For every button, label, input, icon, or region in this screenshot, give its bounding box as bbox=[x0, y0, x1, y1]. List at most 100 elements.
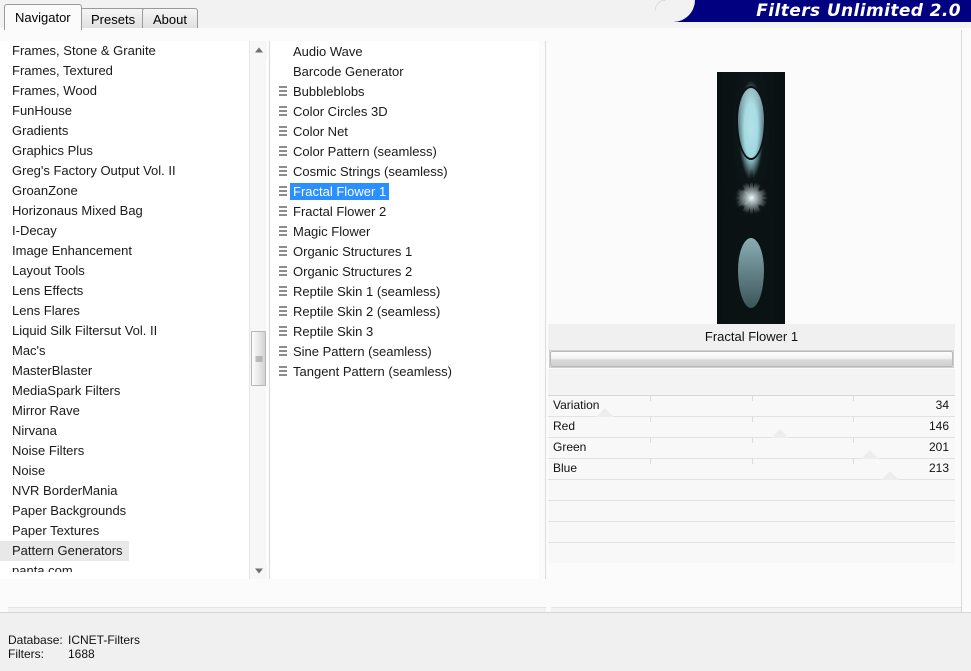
category-scroll-thumb[interactable] bbox=[251, 331, 266, 386]
bars-icon bbox=[279, 205, 287, 217]
category-list-item[interactable]: Horizonaus Mixed Bag bbox=[0, 201, 248, 221]
filter-list-item[interactable]: Color Net bbox=[271, 121, 539, 141]
category-list-item[interactable]: Mac's bbox=[0, 341, 248, 361]
parameter-spacer bbox=[548, 369, 955, 395]
filter-list-item[interactable]: Color Circles 3D bbox=[271, 101, 539, 121]
parameter-row[interactable]: Blue 213 bbox=[548, 458, 955, 480]
category-list-item[interactable]: Gradients bbox=[0, 121, 248, 141]
parameter-tick bbox=[649, 438, 651, 443]
parameter-row[interactable]: Red 146 bbox=[548, 416, 955, 438]
category-list-item[interactable]: Lens Flares bbox=[0, 301, 248, 321]
parameter-tick bbox=[649, 459, 651, 464]
parameter-slider-marker[interactable] bbox=[880, 471, 899, 480]
category-list-item[interactable]: Frames, Wood bbox=[0, 81, 248, 101]
category-list-item[interactable]: FunHouse bbox=[0, 101, 248, 121]
filter-item-label: Fractal Flower 1 bbox=[290, 182, 390, 200]
bars-icon bbox=[279, 105, 287, 117]
category-list-panel[interactable]: Frames, Stone & Granite Frames, Textured F… bbox=[0, 41, 268, 579]
filter-list-item[interactable]: Organic Structures 2 bbox=[271, 261, 539, 281]
filter-list-item[interactable]: Fractal Flower 1 bbox=[271, 181, 539, 201]
category-list-item[interactable]: panta.com bbox=[0, 561, 248, 572]
category-list-item[interactable]: I-Decay bbox=[0, 221, 248, 241]
category-list-item[interactable]: Mirror Rave bbox=[0, 401, 248, 421]
bars-icon bbox=[279, 165, 287, 177]
category-list-item[interactable]: Liquid Silk Filtersut Vol. II bbox=[0, 321, 248, 341]
parameter-track[interactable] bbox=[548, 417, 955, 437]
filter-list-item[interactable]: Reptile Skin 3 bbox=[271, 321, 539, 341]
category-list-item[interactable]: Greg's Factory Output Vol. II bbox=[0, 161, 248, 181]
parameter-row-empty bbox=[548, 542, 955, 563]
app-title-text: Filters Unlimited 2.0 bbox=[756, 1, 961, 21]
parameter-tick bbox=[853, 438, 855, 443]
tab-navigator[interactable]: Navigator bbox=[4, 4, 82, 30]
bars-icon bbox=[279, 185, 287, 197]
category-list-item[interactable]: MediaSpark Filters bbox=[0, 381, 248, 401]
parameter-slider-marker[interactable] bbox=[860, 450, 879, 459]
bars-icon bbox=[279, 245, 287, 257]
filter-list-item[interactable]: Tangent Pattern (seamless) bbox=[271, 361, 539, 381]
category-scrollbar[interactable] bbox=[249, 41, 267, 579]
filter-item-label: Sine Pattern (seamless) bbox=[293, 343, 432, 359]
category-list-item[interactable]: Lens Effects bbox=[0, 281, 248, 301]
category-list-item[interactable]: Frames, Stone & Granite bbox=[0, 41, 248, 61]
preview-horizontal-scrollbar[interactable] bbox=[549, 350, 954, 368]
tab-presets[interactable]: Presets bbox=[80, 8, 147, 30]
scroll-down-arrow-icon[interactable] bbox=[250, 562, 267, 579]
parameter-label: Green bbox=[553, 440, 587, 454]
category-list-item[interactable]: Paper Backgrounds bbox=[0, 501, 248, 521]
parameter-row[interactable]: Variation 34 bbox=[548, 395, 955, 417]
category-list-item[interactable]: Image Enhancement bbox=[0, 241, 248, 261]
category-list-item[interactable]: Noise Filters bbox=[0, 441, 248, 461]
filter-preview-image[interactable] bbox=[717, 72, 785, 324]
bars-icon bbox=[279, 125, 287, 137]
filter-list-item[interactable]: Color Pattern (seamless) bbox=[271, 141, 539, 161]
bars-icon bbox=[279, 365, 287, 377]
filter-list-item[interactable]: Fractal Flower 2 bbox=[271, 201, 539, 221]
parameter-track[interactable] bbox=[548, 438, 955, 458]
filter-list-item[interactable]: Barcode Generator bbox=[271, 61, 539, 81]
parameter-list[interactable]: Variation 34 Red 146 Green 201 Blue 213 bbox=[548, 395, 955, 563]
bars-icon bbox=[279, 145, 287, 157]
scroll-up-arrow-icon[interactable] bbox=[250, 41, 267, 58]
category-list-item[interactable]: Paper Textures bbox=[0, 521, 248, 541]
bars-icon bbox=[279, 265, 287, 277]
tab-about[interactable]: About bbox=[142, 8, 198, 30]
category-list-item[interactable]: Nirvana bbox=[0, 421, 248, 441]
filter-list[interactable]: Audio Wave Barcode Generator Bubbleblobs Co… bbox=[271, 41, 539, 381]
filter-list-panel[interactable]: Audio Wave Barcode Generator Bubbleblobs Co… bbox=[271, 41, 539, 579]
category-list-item[interactable]: Frames, Textured bbox=[0, 61, 248, 81]
preview-panel: Fractal Flower 1 Variation 34 Red 146 Green 2… bbox=[548, 41, 955, 579]
filter-list-item[interactable]: Reptile Skin 2 (seamless) bbox=[271, 301, 539, 321]
filter-list-item[interactable]: Reptile Skin 1 (seamless) bbox=[271, 281, 539, 301]
parameter-value: 201 bbox=[928, 440, 949, 454]
filter-list-item[interactable]: Audio Wave bbox=[271, 41, 539, 61]
parameter-tick bbox=[751, 459, 753, 464]
parameter-tick bbox=[649, 396, 651, 401]
category-list-item[interactable]: Graphics Plus bbox=[0, 141, 248, 161]
category-list-item[interactable]: Pattern Generators bbox=[0, 541, 129, 561]
filter-list-item[interactable]: Cosmic Strings (seamless) bbox=[271, 161, 539, 181]
parameter-label: Variation bbox=[553, 398, 600, 412]
parameter-slider-marker[interactable] bbox=[770, 429, 789, 438]
parameter-value: 34 bbox=[935, 398, 949, 412]
category-list-item[interactable]: Layout Tools bbox=[0, 261, 248, 281]
category-list[interactable]: Frames, Stone & Granite Frames, Textured F… bbox=[0, 41, 248, 572]
filter-list-item[interactable]: Magic Flower bbox=[271, 221, 539, 241]
parameter-value: 146 bbox=[928, 419, 949, 433]
category-list-item[interactable]: MasterBlaster bbox=[0, 361, 248, 381]
category-list-item[interactable]: GroanZone bbox=[0, 181, 248, 201]
parameter-label: Red bbox=[553, 419, 576, 433]
bars-icon bbox=[279, 85, 287, 97]
tab-underline bbox=[0, 28, 971, 30]
category-list-item[interactable]: Noise bbox=[0, 461, 248, 481]
window-right-edge bbox=[961, 29, 962, 612]
preview-box[interactable] bbox=[548, 41, 955, 324]
parameter-row-empty bbox=[548, 479, 955, 500]
parameter-row[interactable]: Green 201 bbox=[548, 437, 955, 459]
filter-list-item[interactable]: Bubbleblobs bbox=[271, 81, 539, 101]
preview-scroll-thumb[interactable] bbox=[550, 351, 953, 367]
status-database-key: Database: bbox=[8, 633, 63, 647]
category-list-item[interactable]: NVR BorderMania bbox=[0, 481, 248, 501]
filter-list-item[interactable]: Sine Pattern (seamless) bbox=[271, 341, 539, 361]
filter-list-item[interactable]: Organic Structures 1 bbox=[271, 241, 539, 261]
